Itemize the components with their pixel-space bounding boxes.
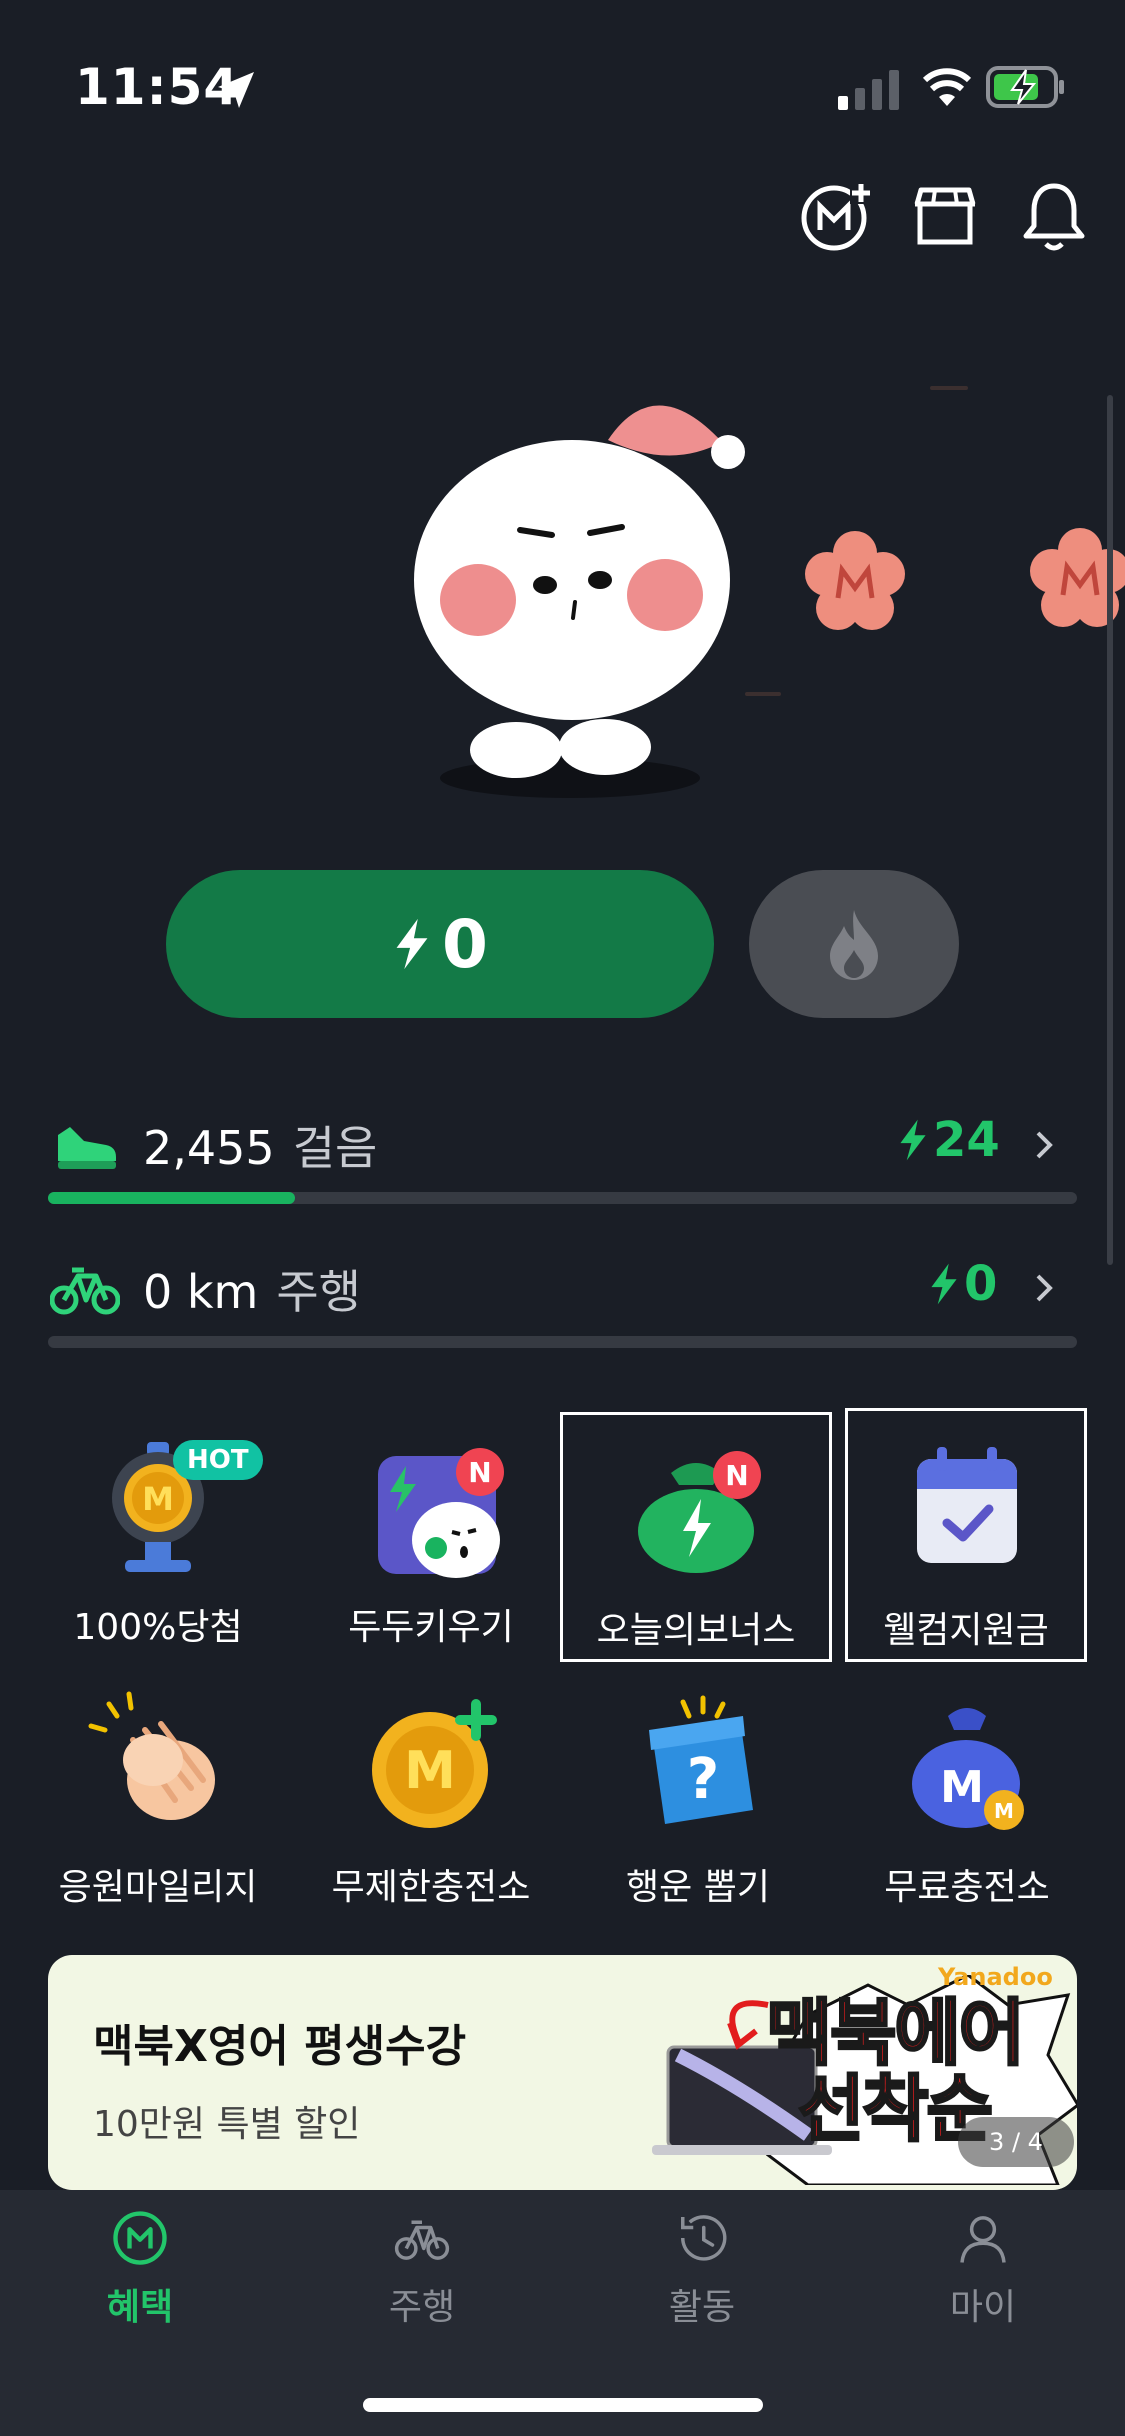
- notification-bell-icon[interactable]: [1016, 178, 1092, 254]
- location-arrow-icon: [218, 72, 254, 108]
- bicycle-icon: [50, 1267, 120, 1315]
- hot-badge: HOT: [173, 1440, 263, 1480]
- mileage-add-icon[interactable]: [798, 178, 874, 254]
- lightning-icon: [900, 1119, 926, 1161]
- store-icon[interactable]: [907, 178, 983, 254]
- petal-streak: [930, 386, 968, 390]
- svg-text:M: M: [404, 1741, 456, 1801]
- tab-benefits[interactable]: 혜택: [40, 2210, 240, 2330]
- clapping-hands-icon: [88, 1691, 215, 1820]
- shoe-icon: [58, 1127, 116, 1169]
- mileage-icon: [113, 2211, 167, 2265]
- scroll-indicator[interactable]: [1107, 395, 1113, 1265]
- menu-cheer-mileage[interactable]: 응원마일리지: [33, 1690, 283, 1940]
- ride-reward[interactable]: 0: [928, 1256, 997, 1312]
- menu-welcome-support[interactable]: 웰컴지원금: [845, 1408, 1087, 1662]
- ride-value: 0 km: [143, 1265, 259, 1319]
- menu-label: 오늘의보너스: [596, 1610, 796, 1651]
- coin-add-icon: M: [372, 1699, 497, 1828]
- menu-free-charging[interactable]: M M 무료충전소: [842, 1690, 1092, 1940]
- ride-unit: 주행: [276, 1265, 361, 1319]
- steps-progress-bar: [48, 1192, 1077, 1204]
- new-badge: N: [713, 1451, 761, 1499]
- cellular-signal-icon: [838, 70, 899, 110]
- steps-count[interactable]: 2,455 걸음: [143, 1112, 377, 1178]
- tab-label: 마이: [949, 2287, 1017, 2328]
- svg-text:?: ?: [687, 1747, 719, 1812]
- ride-reward-value: 0: [964, 1256, 998, 1312]
- menu-label: 100%당첨: [73, 1607, 243, 1648]
- tab-ride[interactable]: 주행: [322, 2210, 522, 2330]
- svg-text:M: M: [940, 1762, 984, 1813]
- mascot-character[interactable]: [400, 380, 760, 810]
- wifi-icon: [922, 68, 972, 106]
- menu-label: 웰컴지원금: [883, 1610, 1049, 1651]
- menu-100-percent-win[interactable]: M HOT 100%당첨: [33, 1430, 283, 1680]
- banner-pager: 3 / 4: [958, 2117, 1074, 2167]
- tab-my[interactable]: 마이: [883, 2210, 1083, 2330]
- menu-lucky-draw[interactable]: ? 행운 뽑기: [573, 1690, 823, 1940]
- ride-distance[interactable]: 0 km 주행: [143, 1256, 361, 1322]
- steps-unit: 걸음: [292, 1121, 378, 1175]
- flame-icon: [830, 910, 878, 980]
- tab-label: 혜택: [106, 2287, 174, 2328]
- user-profile-icon: [960, 2216, 1006, 2263]
- svg-text:M: M: [994, 1799, 1014, 1823]
- bicycle-icon: [394, 2220, 450, 2260]
- promo-banner[interactable]: 맥북X영어 평생수강 10만원 특별 할인 Yanadoo 맥북에어 선착순 3…: [48, 1955, 1077, 2190]
- steps-progress-fill: [48, 1192, 295, 1204]
- menu-label: 무료충전소: [884, 1867, 1050, 1908]
- fire-button[interactable]: [749, 870, 959, 1018]
- banner-promo-line1: 맥북에어: [765, 1991, 1027, 2075]
- menu-label: 행운 뽑기: [626, 1867, 770, 1908]
- steps-value: 2,455: [143, 1121, 275, 1175]
- menu-dudu-raise[interactable]: N 두두키우기: [306, 1430, 556, 1680]
- point-balance-button[interactable]: 0: [166, 870, 714, 1018]
- mystery-box-icon: ?: [649, 1695, 753, 1824]
- new-badge: N: [456, 1448, 504, 1496]
- petal-streak: [745, 692, 781, 696]
- battery-charging-icon: [986, 66, 1064, 108]
- svg-text:M: M: [142, 1480, 174, 1518]
- banner-subtitle: 10만원 특별 할인: [93, 2104, 361, 2145]
- coin-bag-icon: M M: [912, 1708, 1024, 1830]
- ride-progress-bar: [48, 1336, 1077, 1348]
- banner-title: 맥북X영어 평생수강: [93, 2021, 467, 2072]
- menu-today-bonus[interactable]: N 오늘의보너스: [560, 1412, 832, 1662]
- point-balance: 0: [442, 905, 488, 983]
- tab-label: 주행: [388, 2287, 456, 2328]
- menu-label: 무제한충전소: [331, 1867, 531, 1908]
- home-indicator[interactable]: [363, 2398, 763, 2412]
- menu-label: 두두키우기: [348, 1607, 514, 1648]
- cherry-blossom-icon: [805, 531, 905, 630]
- steps-reward[interactable]: 24: [897, 1112, 1000, 1168]
- menu-unlimited-charging[interactable]: M 무제한충전소: [306, 1690, 556, 1940]
- banner-brand: Yanadoo: [938, 1963, 1053, 1991]
- tab-activity[interactable]: 활동: [602, 2210, 802, 2330]
- lightning-icon: [931, 1263, 957, 1305]
- calendar-check-icon: [917, 1447, 1017, 1563]
- chevron-right-icon[interactable]: [1032, 1270, 1056, 1306]
- steps-reward-value: 24: [933, 1112, 1000, 1168]
- tab-label: 활동: [668, 2287, 736, 2328]
- menu-label: 응원마일리지: [58, 1867, 258, 1908]
- chevron-right-icon[interactable]: [1032, 1127, 1056, 1163]
- lightning-icon: [396, 918, 428, 970]
- history-clock-icon: [681, 2215, 727, 2261]
